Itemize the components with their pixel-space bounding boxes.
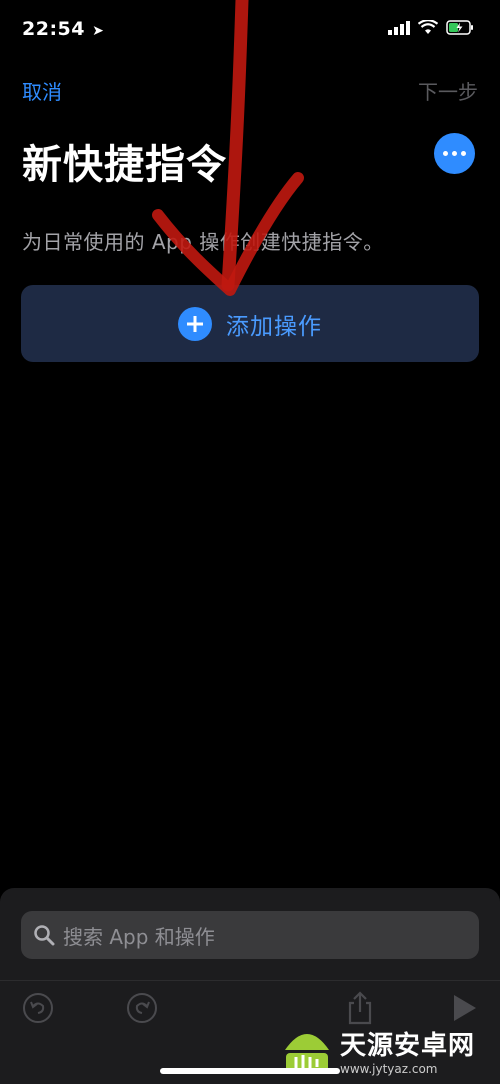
redo-icon [127, 993, 157, 1023]
search-input[interactable]: 搜索 App 和操作 [21, 911, 479, 959]
battery-icon [446, 20, 473, 35]
undo-button[interactable] [20, 990, 56, 1026]
toolbar-divider [0, 980, 500, 981]
add-action-label: 添加操作 [226, 313, 322, 340]
status-icons [388, 20, 474, 35]
watermark-url: www.jytyaz.com [340, 1061, 438, 1076]
undo-icon [23, 993, 53, 1023]
search-icon [34, 925, 55, 946]
status-time: 22:54 ➤ [22, 18, 105, 40]
plus-icon [178, 306, 212, 341]
ellipsis-icon [443, 151, 448, 156]
home-indicator [160, 1068, 340, 1074]
cancel-button[interactable]: 取消 [22, 76, 62, 105]
location-icon: ➤ [92, 23, 105, 39]
annotation-arrow-icon [152, 0, 304, 296]
wifi-icon [418, 20, 438, 34]
next-button[interactable]: 下一步 [418, 76, 478, 105]
search-placeholder: 搜索 App 和操作 [63, 924, 215, 949]
watermark-title: 天源安卓网 [340, 1030, 476, 1061]
play-icon [454, 995, 476, 1021]
redo-button[interactable] [124, 990, 160, 1026]
signal-icon [388, 20, 410, 35]
more-options-button[interactable] [434, 133, 475, 174]
